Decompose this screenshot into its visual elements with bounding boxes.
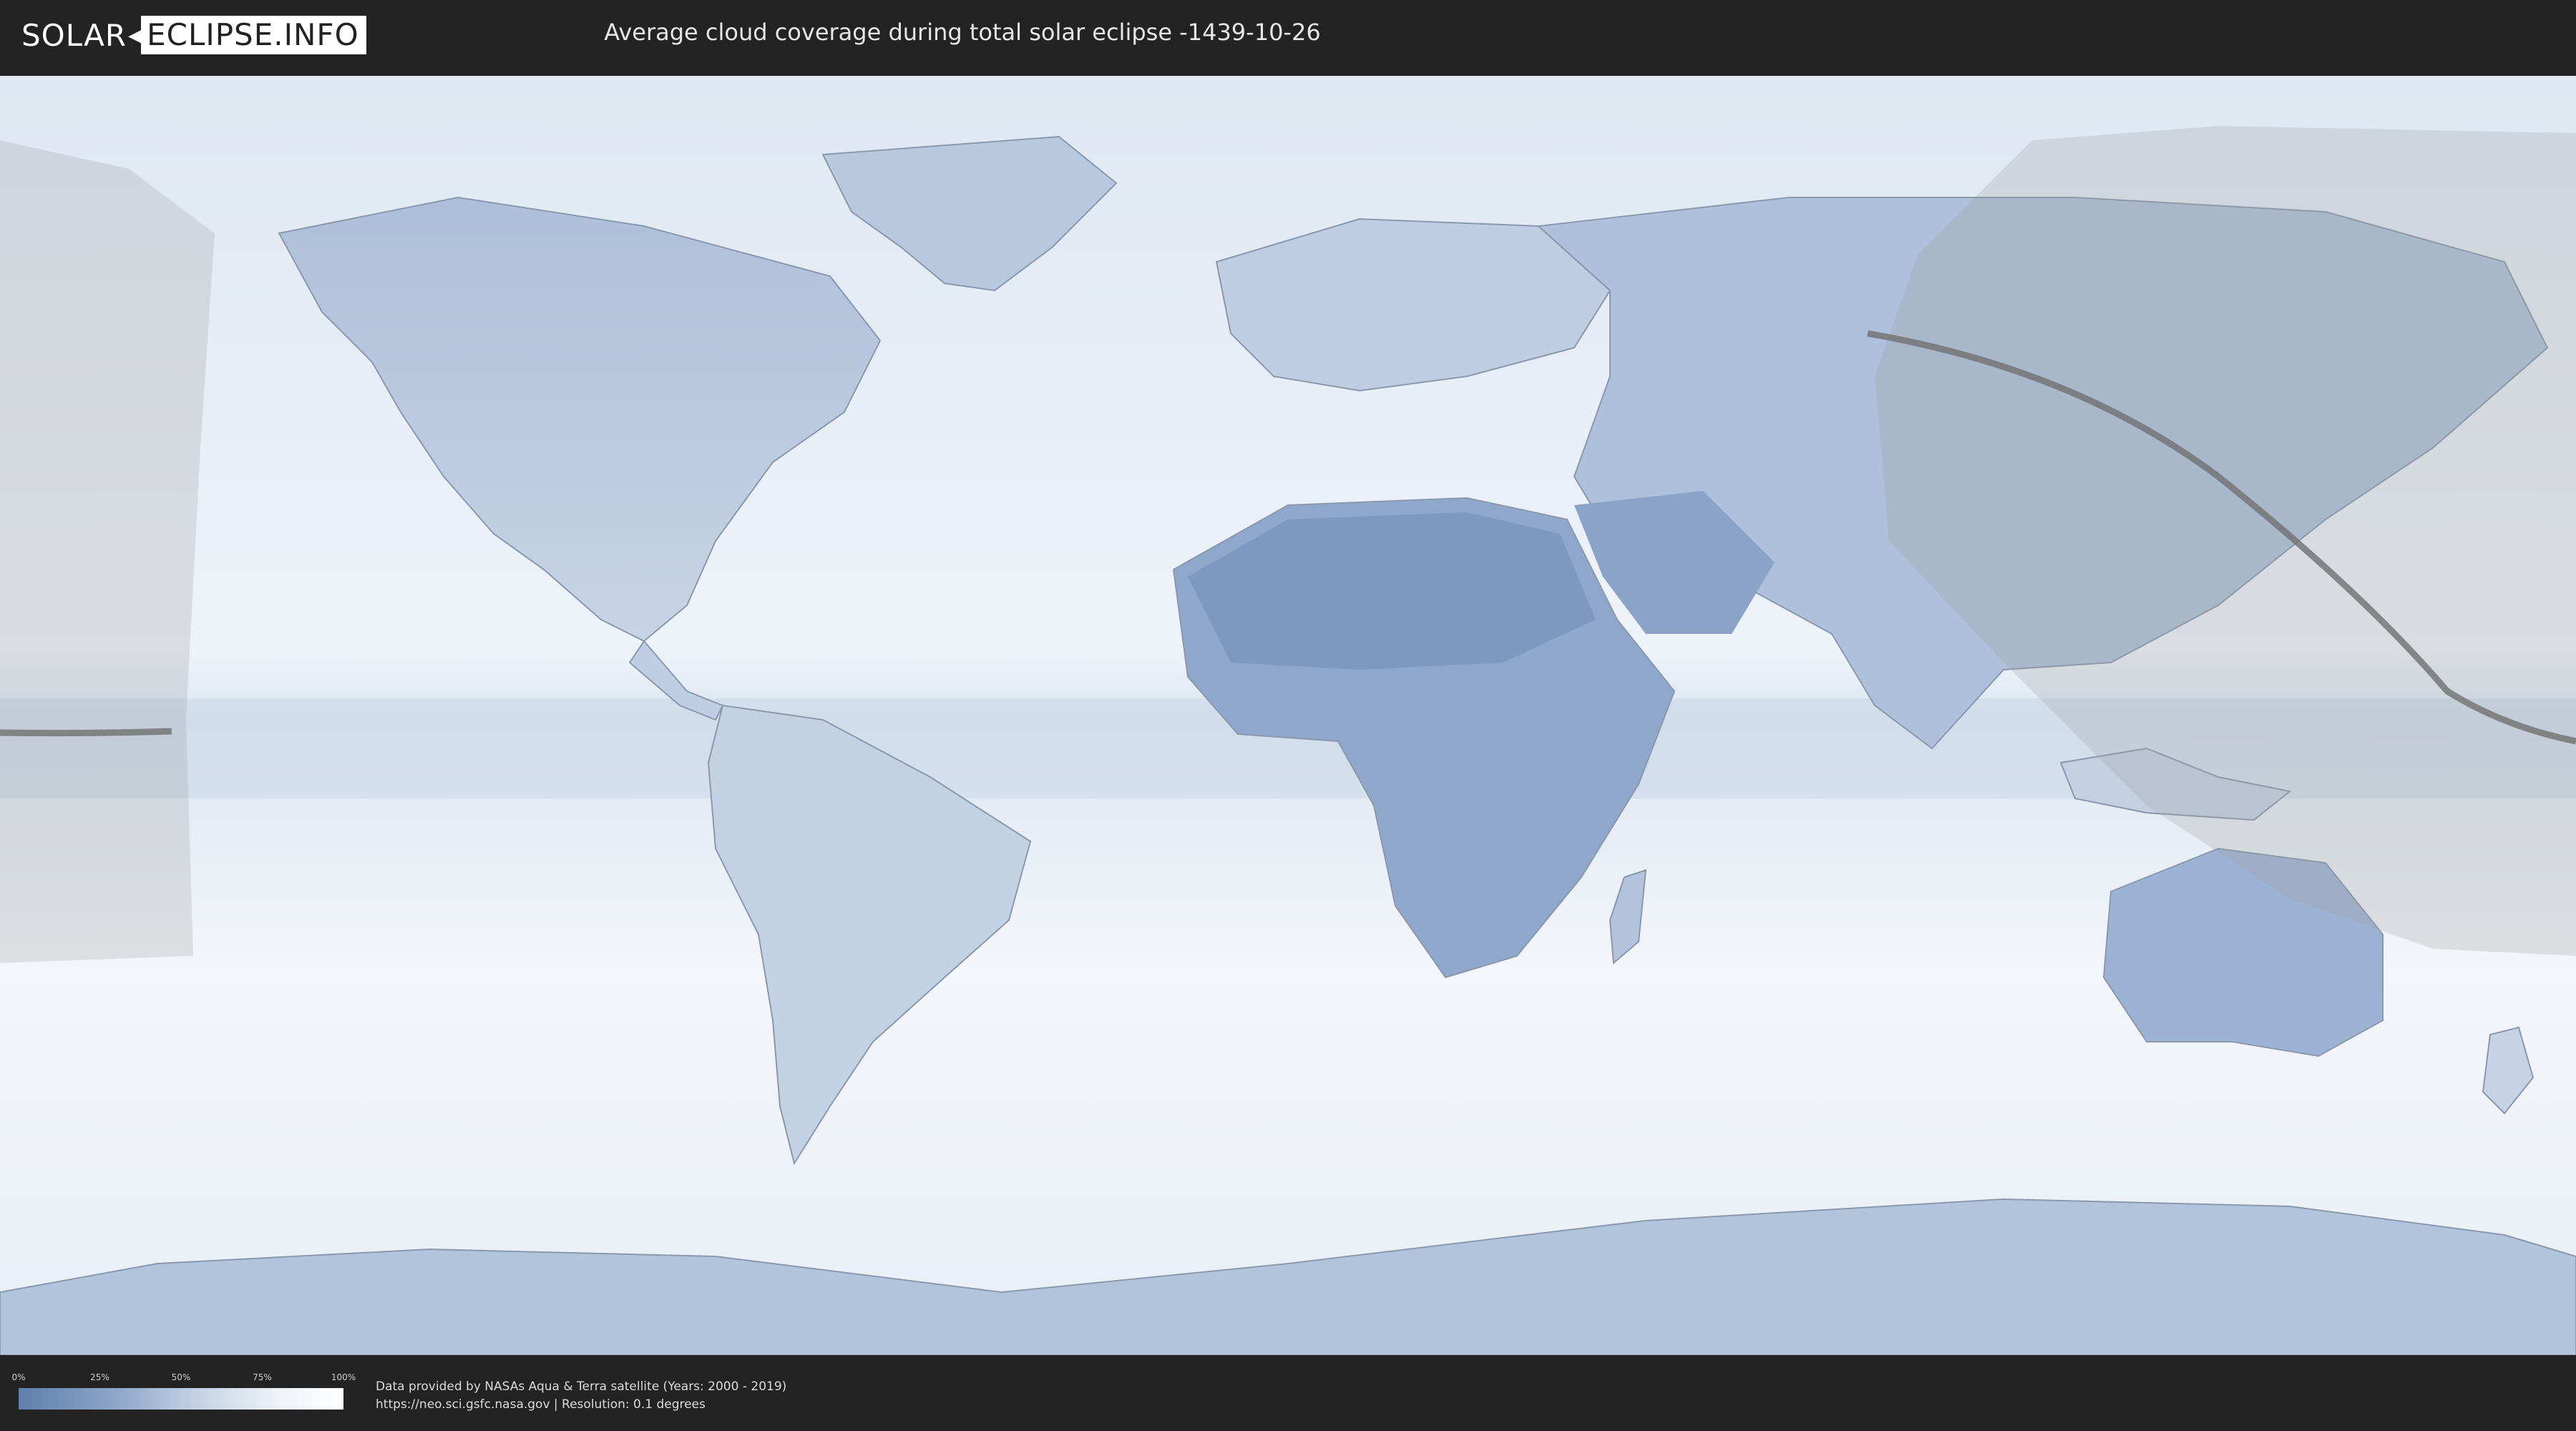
eclipse-visibility-shadow-west — [0, 140, 215, 963]
data-credit: Data provided by NASAs Aqua & Terra sate… — [376, 1379, 787, 1394]
data-source-link[interactable]: https://neo.sci.gsfc.nasa.gov | Resoluti… — [376, 1397, 706, 1412]
legend-ticks: 0% 25% 50% 75% 100% — [11, 1372, 356, 1384]
legend-tick-25: 25% — [90, 1372, 109, 1382]
page-title: Average cloud coverage during total sola… — [604, 19, 1321, 46]
cloud-coverage-map[interactable] — [0, 76, 2576, 1355]
logo-moon-icon: ◀ — [128, 22, 146, 48]
footer-bar: 0% 25% 50% 75% 100% Data provided by NAS… — [0, 1357, 2576, 1431]
eclipse-path-line-west — [0, 728, 172, 737]
world-map-icon — [0, 76, 2576, 1355]
legend-tick-0: 0% — [11, 1372, 26, 1382]
header-bar: SOLAR ◀ ECLIPSE.INFO Average cloud cover… — [0, 0, 2576, 72]
cloud-coverage-legend-bar — [19, 1388, 343, 1410]
legend-tick-75: 75% — [253, 1372, 272, 1382]
legend-tick-100: 100% — [331, 1372, 356, 1382]
legend-tick-50: 50% — [171, 1372, 191, 1382]
